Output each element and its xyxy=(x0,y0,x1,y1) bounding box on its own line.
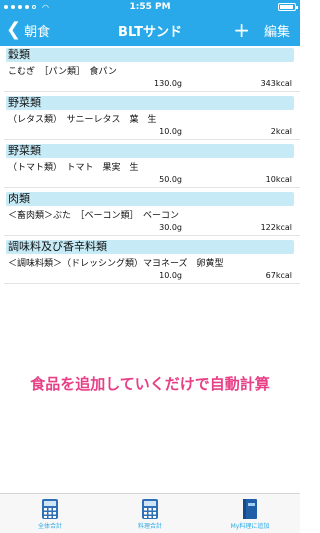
food-name: （レタス類） サニーレタス 葉 生 xyxy=(8,115,157,125)
section-vegetables-2: 野菜類 （トマト類） トマト 果実 生 50.0g 10kcal xyxy=(0,144,300,188)
signal-dot-icon xyxy=(11,5,15,9)
food-kcal: 343kcal xyxy=(260,79,292,88)
back-label: 朝食 xyxy=(24,24,51,40)
signal-dot-icon xyxy=(25,5,29,9)
section-grains: 穀類 こむぎ ［パン類］ 食パン 130.0g 343kcal xyxy=(0,48,300,92)
tab-label: My料理に追加 xyxy=(230,522,270,530)
food-kcal: 2kcal xyxy=(270,127,292,136)
food-amount: 10.0g xyxy=(159,271,182,280)
section-heading: 調味料及び香辛料類 xyxy=(6,240,294,254)
signal-dot-icon xyxy=(4,5,8,9)
promo-caption: 食品を追加していくだけで自動計算 xyxy=(30,375,270,393)
back-button[interactable]: ❮ 朝食 xyxy=(0,21,80,40)
food-amount: 50.0g xyxy=(159,175,182,184)
page-title: BLTサンド xyxy=(118,24,182,40)
food-amount: 30.0g xyxy=(159,223,182,232)
section-heading: 野菜類 xyxy=(6,144,294,158)
tab-bar: 全体合計 料理合計 My料理に追加 xyxy=(0,493,300,533)
edit-button[interactable]: 編集 xyxy=(264,21,290,40)
signal-dot-icon xyxy=(18,5,22,9)
add-button[interactable]: + xyxy=(233,20,250,40)
food-amount: 10.0g xyxy=(159,127,182,136)
section-heading: 肉類 xyxy=(6,192,294,206)
signal-strength: ◠ xyxy=(4,3,114,12)
section-seasonings: 調味料及び香辛料類 ＜調味料類＞（ドレッシング類）マヨネーズ 卵黄型 10.0g… xyxy=(0,240,300,284)
list-item[interactable]: （レタス類） サニーレタス 葉 生 10.0g 2kcal xyxy=(0,110,300,140)
list-item[interactable]: こむぎ ［パン類］ 食パン 130.0g 343kcal xyxy=(0,62,300,92)
ingredient-list: 穀類 こむぎ ［パン類］ 食パン 130.0g 343kcal 野菜類 （レタス… xyxy=(0,48,300,288)
food-kcal: 67kcal xyxy=(265,271,292,280)
list-item[interactable]: ＜畜肉類＞ぶた ［ベーコン類］ ベーコン 30.0g 122kcal xyxy=(0,206,300,236)
navigation-bar: ❮ 朝食 BLTサンド + 編集 xyxy=(0,14,300,46)
calculator-icon xyxy=(142,498,158,519)
status-bar: ◠ 1:55 PM xyxy=(0,0,300,14)
wifi-icon: ◠ xyxy=(42,2,49,12)
food-name: こむぎ ［パン類］ 食パン xyxy=(8,67,117,77)
food-name: ＜調味料類＞（ドレッシング類）マヨネーズ 卵黄型 xyxy=(8,259,224,269)
food-name: （トマト類） トマト 果実 生 xyxy=(8,163,139,173)
food-kcal: 122kcal xyxy=(260,223,292,232)
section-heading: 野菜類 xyxy=(6,96,294,110)
food-kcal: 10kcal xyxy=(265,175,292,184)
tab-label: 料理合計 xyxy=(137,522,162,530)
tab-total-sum[interactable]: 全体合計 xyxy=(0,494,100,533)
signal-dot-icon xyxy=(32,5,36,9)
battery-icon xyxy=(278,3,298,11)
calculator-icon xyxy=(42,498,58,519)
section-heading: 穀類 xyxy=(6,48,294,62)
chevron-left-icon: ❮ xyxy=(6,19,22,40)
tab-label: 全体合計 xyxy=(37,522,62,530)
tab-add-to-my-dishes[interactable]: My料理に追加 xyxy=(200,494,300,533)
food-name: ＜畜肉類＞ぶた ［ベーコン類］ ベーコン xyxy=(8,211,180,221)
list-item[interactable]: （トマト類） トマト 果実 生 50.0g 10kcal xyxy=(0,158,300,188)
section-vegetables-1: 野菜類 （レタス類） サニーレタス 葉 生 10.0g 2kcal xyxy=(0,96,300,140)
food-amount: 130.0g xyxy=(154,79,182,88)
section-meat: 肉類 ＜畜肉類＞ぶた ［ベーコン類］ ベーコン 30.0g 122kcal xyxy=(0,192,300,236)
book-icon xyxy=(243,498,257,519)
list-item[interactable]: ＜調味料類＞（ドレッシング類）マヨネーズ 卵黄型 10.0g 67kcal xyxy=(0,254,300,284)
status-time: 1:55 PM xyxy=(129,2,171,12)
tab-dish-sum[interactable]: 料理合計 xyxy=(100,494,200,533)
